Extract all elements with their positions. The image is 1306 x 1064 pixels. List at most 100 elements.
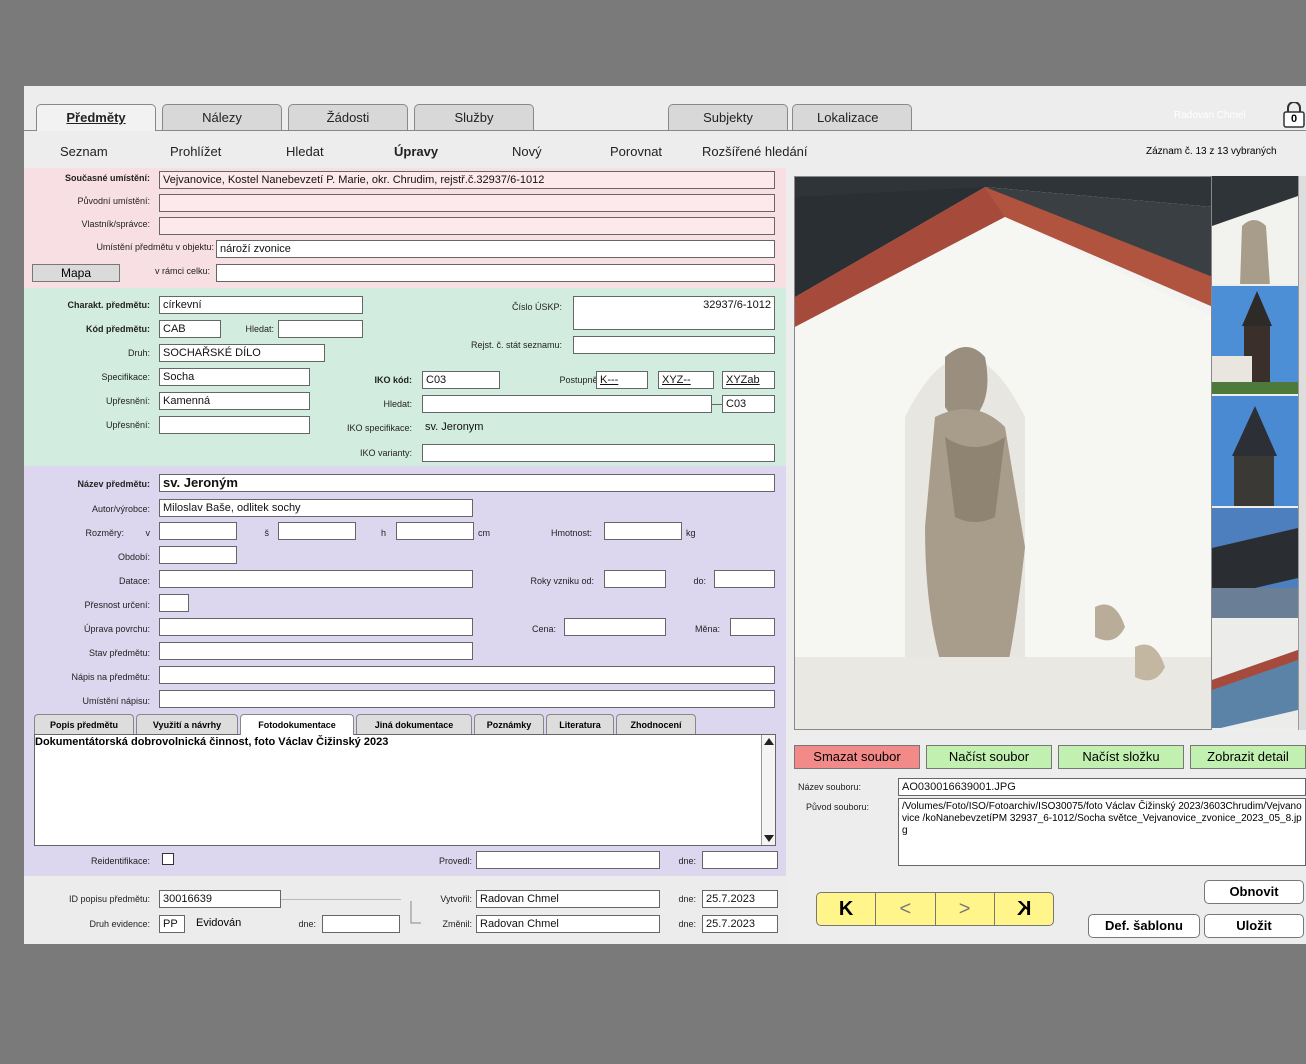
iko-hledat-field[interactable] (422, 395, 712, 413)
thumbnail-2[interactable] (1212, 286, 1298, 396)
nazev-souboru-field[interactable]: AO030016639001.JPG (898, 778, 1306, 796)
first-record-button[interactable]: K (817, 893, 877, 925)
upresneni1-field[interactable]: Kamenná (159, 392, 310, 410)
specifikace-field[interactable]: Socha (159, 368, 310, 386)
soucasne-umisteni-label: Současné umístění: (64, 173, 150, 183)
tab-subjekty[interactable]: Subjekty (668, 104, 788, 130)
subtab-vyuziti[interactable]: Využití a návrhy (136, 714, 238, 734)
roky-vzniku-do-field[interactable] (714, 570, 775, 588)
subtab-popis[interactable]: Popis předmětu (34, 714, 134, 734)
tab-zadosti[interactable]: Žádosti (288, 104, 408, 130)
subtab-jina-dokumentace[interactable]: Jiná dokumentace (356, 714, 472, 734)
roky-vzniku-od-field[interactable] (604, 570, 666, 588)
thumbnail-5[interactable] (1212, 620, 1298, 730)
nav-hledat[interactable]: Hledat (286, 144, 324, 159)
puvod-souboru-label: Původ souboru: (806, 802, 870, 812)
thumbnail-scrollbar[interactable] (1298, 176, 1306, 730)
iko-kod-field[interactable]: C03 (422, 371, 500, 389)
mena-label: Měna: (694, 624, 720, 634)
postupne-1[interactable]: K--- (596, 371, 648, 389)
ulozit-button[interactable]: Uložit (1204, 914, 1304, 938)
foto-textarea[interactable]: Dokumentátorská dobrovolnická činnost, f… (34, 734, 776, 846)
smazat-soubor-button[interactable]: Smazat soubor (794, 745, 920, 769)
scroll-down-icon[interactable] (764, 835, 774, 842)
def-sablonu-button[interactable]: Def. šablonu (1088, 914, 1200, 938)
nacist-soubor-button[interactable]: Načíst soubor (926, 745, 1052, 769)
stav-field[interactable] (159, 642, 473, 660)
hmotnost-field[interactable] (604, 522, 682, 540)
postupne-2[interactable]: XYZ-- (658, 371, 714, 389)
thumbnail-4[interactable] (1212, 508, 1298, 620)
mena-field[interactable] (730, 618, 775, 636)
iko-varianty-field[interactable] (422, 444, 775, 462)
soucasne-umisteni-field[interactable]: Vejvanovice, Kostel Nanebevzetí P. Marie… (159, 171, 775, 189)
puvod-souboru-field[interactable]: /Volumes/Foto/ISO/Fotoarchiv/ISO30075/fo… (898, 798, 1306, 866)
lock-icon[interactable]: 0 (1282, 101, 1306, 128)
v-ramci-celku-field[interactable] (216, 264, 775, 282)
cena-field[interactable] (564, 618, 666, 636)
prev-record-button[interactable]: < (876, 893, 936, 925)
reidentifikace-checkbox[interactable] (162, 853, 174, 865)
thumbnail-3[interactable] (1212, 396, 1298, 508)
h-field[interactable] (396, 522, 474, 540)
nav-upravy[interactable]: Úpravy (394, 144, 438, 159)
subtab-fotodokumentace[interactable]: Fotodokumentace (240, 714, 354, 735)
obdobi-field[interactable] (159, 546, 237, 564)
presnost-field[interactable] (159, 594, 189, 612)
tab-lokalizace[interactable]: Lokalizace (792, 104, 912, 130)
s-field[interactable] (278, 522, 356, 540)
mapa-button[interactable]: Mapa (32, 264, 120, 282)
kod-hledat-label: Hledat: (245, 324, 274, 334)
reident-dne-field[interactable] (702, 851, 778, 869)
zobrazit-detail-button[interactable]: Zobrazit detail (1190, 745, 1306, 769)
kod-hledat-field[interactable] (278, 320, 363, 338)
datace-field[interactable] (159, 570, 473, 588)
vlastnik-field[interactable] (159, 217, 775, 235)
napis-field[interactable] (159, 666, 775, 684)
zmenil-label: Změnil: (442, 919, 472, 929)
postupne-3[interactable]: XYZab (722, 371, 775, 389)
puvodni-umisteni-field[interactable] (159, 194, 775, 212)
charakt-field[interactable]: církevní (159, 296, 363, 314)
textarea-scrollbar[interactable] (761, 735, 775, 845)
obnovit-button[interactable]: Obnovit (1204, 880, 1304, 904)
tab-sluzby[interactable]: Služby (414, 104, 534, 130)
tab-predmety[interactable]: Předměty (36, 104, 156, 131)
thumbnail-1[interactable] (1212, 176, 1298, 286)
upresneni2-field[interactable] (159, 416, 310, 434)
nav-seznam[interactable]: Seznam (60, 144, 108, 159)
druh-field[interactable]: SOCHAŘSKÉ DÍLO (159, 344, 325, 362)
nav-rozsirene-hledani[interactable]: Rozšířené hledání (702, 144, 808, 159)
rejst-field[interactable] (573, 336, 775, 354)
upresneni2-label: Upřesnění: (105, 420, 150, 430)
nav-novy[interactable]: Nový (512, 144, 542, 159)
scroll-up-icon[interactable] (764, 738, 774, 745)
main-photo[interactable] (794, 176, 1212, 730)
uprava-field[interactable] (159, 618, 473, 636)
kod-field[interactable]: CAB (159, 320, 221, 338)
next-record-button[interactable]: > (936, 893, 995, 925)
provedl-field[interactable] (476, 851, 660, 869)
nav-prohlizet[interactable]: Prohlížet (170, 144, 221, 159)
nacist-slozku-button[interactable]: Načíst složku (1058, 745, 1184, 769)
nav-porovnat[interactable]: Porovnat (610, 144, 662, 159)
nazev-field[interactable]: sv. Jeroným (159, 474, 775, 492)
statue-photo (795, 177, 1211, 729)
iko-hledat-result[interactable]: C03 (722, 395, 775, 413)
umisteni-napisu-label: Umístění nápisu: (82, 696, 150, 706)
autor-field[interactable]: Miloslav Baše, odlitek sochy (159, 499, 473, 517)
subtab-poznamky[interactable]: Poznámky (474, 714, 544, 734)
umisteni-napisu-field[interactable] (159, 690, 775, 708)
umisteni-v-objektu-field[interactable]: nároží zvonice (216, 240, 775, 258)
last-record-button[interactable]: K (995, 893, 1053, 925)
v-field[interactable] (159, 522, 237, 540)
subtab-zhodnoceni[interactable]: Zhodnocení (616, 714, 696, 734)
tab-nalezy[interactable]: Nálezy (162, 104, 282, 130)
uskp-field[interactable]: 32937/6-1012 (573, 296, 775, 330)
iko-specifikace-label: IKO specifikace: (346, 423, 412, 433)
subtab-literatura[interactable]: Literatura (546, 714, 614, 734)
uprava-label: Úprava povrchu: (83, 624, 150, 634)
detail-panel: Název předmětu: sv. Jeroným Autor/výrobc… (24, 466, 786, 876)
druh-evidence-code[interactable]: PP (159, 915, 185, 933)
autor-label: Autor/výrobce: (91, 504, 150, 514)
